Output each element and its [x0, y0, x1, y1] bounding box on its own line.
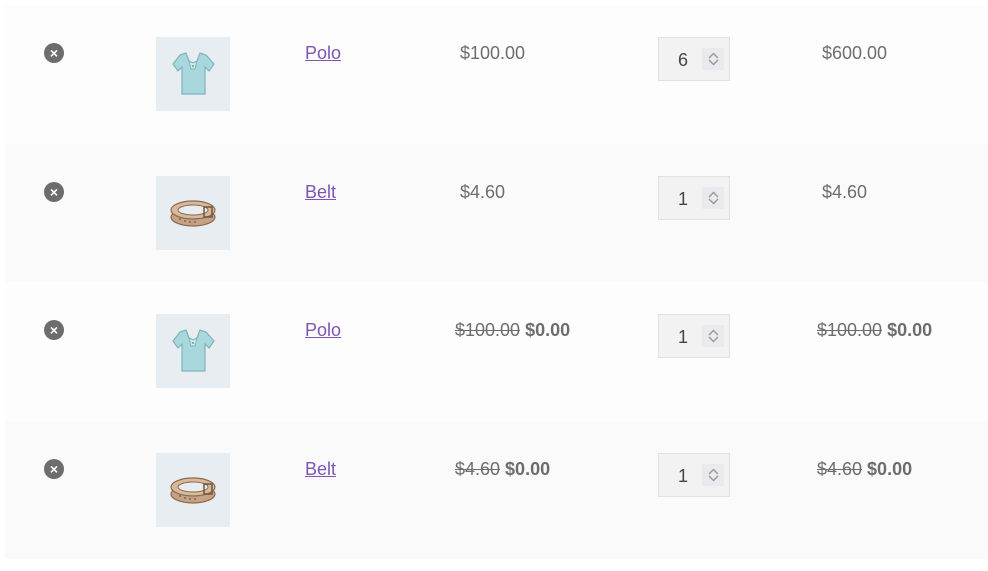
subtotal-current: $4.60	[822, 181, 868, 202]
line-subtotal: $100.00 $0.00	[817, 320, 932, 341]
price-current: $100.00	[460, 43, 526, 63]
chevron-down-icon	[707, 59, 719, 66]
price-original: $100.00	[455, 320, 521, 340]
polo-shirt-icon	[172, 52, 215, 95]
subtotal-current: $0.00	[887, 320, 933, 340]
cart-row: × Belt $4.60 1 $4.60	[5, 143, 988, 282]
quantity-stepper[interactable]: 1	[658, 175, 730, 220]
product-name-link[interactable]: Polo	[305, 43, 341, 64]
subtotal-original: $100.00	[817, 320, 883, 340]
quantity-value: 1	[678, 465, 689, 486]
product-thumbnail[interactable]	[156, 314, 230, 388]
cart-row: × Polo $100.00 $0.00 1 $100.00 $0.00	[5, 282, 988, 421]
remove-item-button[interactable]: ×	[44, 181, 64, 202]
chevron-up-icon	[707, 52, 719, 59]
line-subtotal: $4.60	[817, 182, 867, 203]
product-price: $100.00 $0.00	[455, 320, 570, 341]
subtotal-current: $0.00	[867, 458, 913, 479]
polo-shirt-icon	[172, 329, 215, 372]
quantity-spinner[interactable]	[702, 463, 724, 486]
line-subtotal: $4.60 $0.00	[817, 459, 912, 480]
price-current: $0.00	[505, 458, 551, 479]
product-price: $4.60	[455, 182, 505, 203]
remove-item-button[interactable]: ×	[44, 320, 64, 340]
product-name-link[interactable]: Belt	[305, 459, 336, 480]
remove-x-icon: ×	[49, 183, 59, 200]
belt-icon	[170, 199, 216, 227]
quantity-value: 1	[678, 188, 689, 209]
quantity-value: 6	[678, 50, 689, 70]
chevron-up-icon	[707, 329, 719, 336]
remove-item-button[interactable]: ×	[44, 43, 64, 63]
chevron-down-icon	[707, 336, 719, 343]
quantity-spinner[interactable]	[702, 48, 724, 70]
subtotal-original: $4.60	[817, 458, 863, 479]
remove-x-icon: ×	[49, 45, 59, 61]
cart-row: × Belt $4.60 $0.00 1 $4.60 $0.00	[5, 420, 988, 559]
product-price: $100.00	[455, 43, 525, 64]
product-thumbnail[interactable]	[156, 37, 230, 111]
cart-row: × Polo $100.00 6 $600.00	[5, 5, 988, 144]
quantity-value: 1	[678, 327, 689, 347]
remove-x-icon: ×	[49, 460, 59, 477]
chevron-down-icon	[707, 474, 719, 482]
price-current: $0.00	[525, 320, 571, 340]
quantity-stepper[interactable]: 1	[658, 314, 730, 358]
quantity-stepper[interactable]: 1	[658, 452, 730, 497]
price-current: $4.60	[460, 181, 506, 202]
product-name-link[interactable]: Belt	[305, 182, 336, 203]
cart-table: × Polo $100.00 6 $600.00 × Belt $4.60 1 …	[5, 5, 988, 559]
chevron-up-icon	[707, 190, 719, 198]
remove-item-button[interactable]: ×	[44, 458, 64, 479]
belt-icon	[170, 476, 216, 504]
quantity-spinner[interactable]	[702, 186, 724, 209]
chevron-up-icon	[707, 467, 719, 475]
product-thumbnail[interactable]	[156, 175, 230, 250]
price-original: $4.60	[455, 458, 501, 479]
remove-x-icon: ×	[49, 322, 59, 338]
subtotal-current: $600.00	[822, 43, 888, 63]
line-subtotal: $600.00	[817, 43, 887, 64]
product-price: $4.60 $0.00	[455, 459, 550, 480]
chevron-down-icon	[707, 197, 719, 205]
product-thumbnail[interactable]	[156, 452, 230, 527]
quantity-stepper[interactable]: 6	[658, 37, 730, 81]
product-name-link[interactable]: Polo	[305, 320, 341, 341]
quantity-spinner[interactable]	[702, 325, 724, 347]
